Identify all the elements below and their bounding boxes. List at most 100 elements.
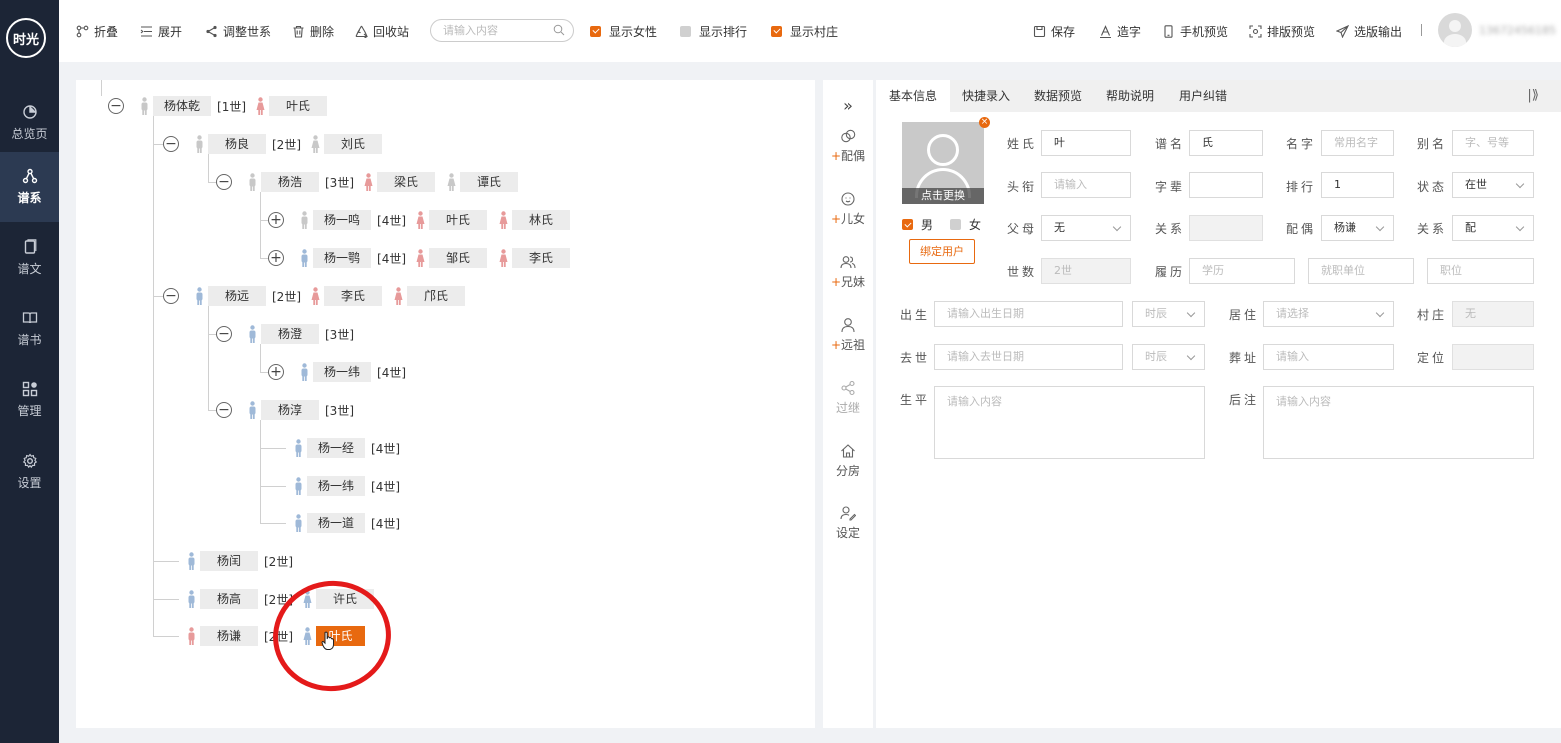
education-field[interactable]: 学历 — [1189, 258, 1295, 284]
tab-basic-info[interactable]: 基本信息 — [876, 80, 951, 112]
collapse-icon[interactable]: − — [163, 136, 179, 152]
spouse-name[interactable]: 邝氏 — [407, 286, 465, 306]
collapse-icon[interactable]: − — [216, 402, 232, 418]
spouse-name[interactable]: 李氏 — [324, 286, 382, 306]
tab-data-preview[interactable]: 数据预览 — [1021, 80, 1095, 112]
member-name[interactable]: 杨远 — [208, 286, 266, 306]
branch-button[interactable]: 分房 — [823, 443, 873, 479]
member-name[interactable]: 杨谦 — [200, 626, 258, 646]
export-button[interactable]: 选版输出 — [1336, 22, 1402, 40]
tab-quick-entry[interactable]: 快捷录入 — [949, 80, 1023, 112]
expand-icon[interactable]: + — [268, 364, 284, 380]
title-field[interactable]: 请输入 — [1041, 172, 1131, 198]
member-name[interactable]: 杨一纬 — [313, 362, 372, 382]
add-children-button[interactable]: +儿女 — [823, 191, 873, 227]
spouse-name[interactable]: 许氏 — [316, 589, 374, 609]
layout-preview-button[interactable]: 排版预览 — [1249, 22, 1315, 40]
life-textarea[interactable]: 请输入内容 — [934, 386, 1205, 459]
rank-field[interactable]: 1 — [1321, 172, 1394, 198]
spouse-name[interactable]: 叶氏 — [429, 210, 488, 230]
spouse-name[interactable]: 梁氏 — [377, 172, 435, 192]
collapse-panel-button[interactable]: » — [823, 96, 873, 115]
collapse-right-panel-icon[interactable]: |⟫ — [1527, 88, 1539, 103]
member-name[interactable]: 杨闰 — [200, 551, 258, 571]
birth-date-field[interactable]: 请输入出生日期 — [934, 301, 1123, 327]
spouse-name[interactable]: 刘氏 — [324, 134, 382, 154]
residence-select[interactable]: 请选择 — [1263, 301, 1394, 327]
save-button[interactable]: 保存 — [1033, 22, 1075, 40]
sidebar-item-lineage[interactable]: 谱系 — [0, 152, 59, 222]
add-spouse-button[interactable]: +配偶 — [823, 128, 873, 164]
parents-select[interactable]: 无 — [1041, 215, 1131, 241]
adjust-lineage-button[interactable]: 调整世系 — [205, 22, 271, 40]
sidebar-item-overview[interactable]: 总览页 — [0, 88, 59, 158]
member-name[interactable]: 杨体乾 — [153, 96, 212, 116]
member-name[interactable]: 杨一纬 — [307, 476, 366, 496]
position-field[interactable]: 职位 — [1427, 258, 1534, 284]
bind-user-button[interactable]: 绑定用户 — [909, 239, 975, 264]
surname-field[interactable]: 叶 — [1041, 130, 1131, 156]
relation2-select[interactable]: 配 — [1452, 215, 1534, 241]
expand-icon[interactable]: + — [268, 250, 284, 266]
show-female-checkbox[interactable]: 显示女性 — [590, 22, 657, 40]
employer-field[interactable]: 就职单位 — [1308, 258, 1414, 284]
spouse-name[interactable]: 叶氏 — [269, 96, 328, 116]
delete-button[interactable]: 删除 — [292, 22, 334, 40]
show-rank-checkbox[interactable]: 显示排行 — [680, 22, 747, 40]
settle-button[interactable]: 设定 — [823, 505, 873, 541]
member-name[interactable]: 杨一道 — [307, 513, 366, 533]
recycle-bin-button[interactable]: 回收站 — [355, 22, 409, 40]
member-name[interactable]: 杨一经 — [307, 438, 366, 458]
collapse-icon[interactable]: − — [163, 288, 179, 304]
member-name[interactable]: 杨高 — [200, 589, 258, 609]
tab-user-correction[interactable]: 用户纠错 — [1166, 80, 1240, 112]
gender-male-checkbox[interactable]: 男 — [902, 216, 933, 233]
remove-photo-icon[interactable]: × — [979, 117, 990, 128]
member-name[interactable]: 杨澄 — [261, 324, 319, 344]
create-char-button[interactable]: 造字 — [1099, 22, 1141, 40]
birth-hour-select[interactable]: 时辰 — [1132, 301, 1205, 327]
expand-button[interactable]: 展开 — [140, 22, 182, 40]
burial-field[interactable]: 请输入 — [1263, 344, 1394, 370]
member-name[interactable]: 杨淳 — [261, 400, 319, 420]
spouse-name-selected[interactable]: 叶氏 — [316, 626, 365, 646]
spouse-name[interactable]: 李氏 — [512, 248, 571, 268]
given-name-field[interactable]: 常用名字 — [1321, 130, 1394, 156]
member-name[interactable]: 杨浩 — [261, 172, 319, 192]
collapse-icon[interactable]: − — [108, 98, 124, 114]
member-name[interactable]: 杨良 — [208, 134, 266, 154]
profile-photo[interactable]: 点击更换 — [902, 122, 984, 204]
alias-field[interactable]: 字、号等 — [1452, 130, 1534, 156]
show-village-checkbox[interactable]: 显示村庄 — [771, 22, 838, 40]
add-siblings-button[interactable]: +兄妹 — [823, 254, 873, 290]
spouse-name[interactable]: 谭氏 — [460, 172, 518, 192]
change-photo-caption[interactable]: 点击更换 — [902, 188, 984, 204]
notes-textarea[interactable]: 请输入内容 — [1263, 386, 1534, 459]
fold-button[interactable]: 折叠 — [76, 22, 118, 40]
search-icon[interactable] — [553, 24, 565, 36]
adopt-button[interactable]: 过继 — [823, 380, 873, 416]
sidebar-item-book[interactable]: 谱书 — [0, 294, 59, 364]
spouse-select[interactable]: 杨谦 — [1321, 215, 1394, 241]
zi-bei-field[interactable] — [1189, 172, 1263, 198]
member-name[interactable]: 杨一鸣 — [313, 210, 372, 230]
add-ancestor-button[interactable]: +远祖 — [823, 317, 873, 353]
avatar[interactable] — [1438, 13, 1472, 47]
expand-icon[interactable]: + — [268, 212, 284, 228]
mobile-preview-button[interactable]: 手机预览 — [1162, 22, 1228, 40]
spouse-name[interactable]: 邹氏 — [429, 248, 488, 268]
tab-help[interactable]: 帮助说明 — [1093, 80, 1167, 112]
spouse-name[interactable]: 林氏 — [512, 210, 571, 230]
sidebar-item-settings[interactable]: 设置 — [0, 437, 59, 507]
collapse-icon[interactable]: − — [216, 326, 232, 342]
member-name[interactable]: 杨一鹗 — [313, 248, 372, 268]
search-input[interactable] — [443, 23, 553, 38]
sidebar-item-text[interactable]: 谱文 — [0, 223, 59, 293]
pu-name-field[interactable]: 氏 — [1189, 130, 1263, 156]
death-hour-select[interactable]: 时辰 — [1132, 344, 1205, 370]
collapse-icon[interactable]: − — [216, 174, 232, 190]
death-date-field[interactable]: 请输入去世日期 — [934, 344, 1123, 370]
status-select[interactable]: 在世 — [1452, 172, 1534, 198]
gender-female-checkbox[interactable]: 女 — [950, 216, 981, 233]
sidebar-item-manage[interactable]: 管理 — [0, 365, 59, 435]
